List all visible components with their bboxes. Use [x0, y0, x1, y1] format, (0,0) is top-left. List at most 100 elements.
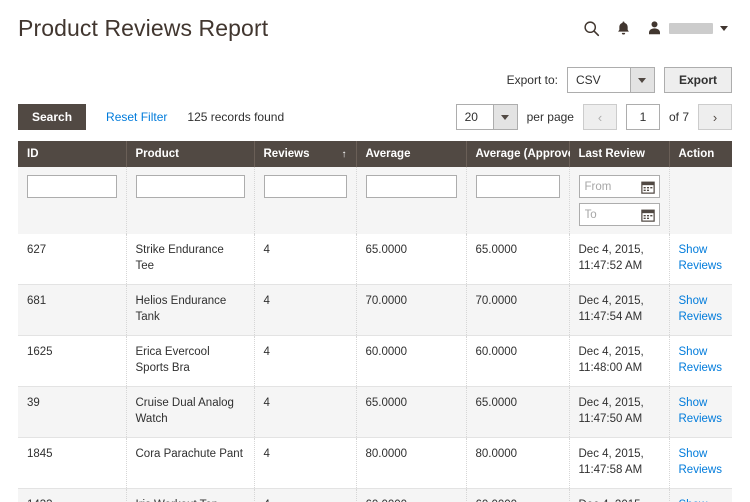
show-reviews-link[interactable]: Show Reviews — [679, 244, 722, 272]
cell-last-review: Dec 4, 2015, 11:48:00 AM — [569, 336, 669, 387]
column-label: Reviews — [264, 148, 310, 160]
table-row: 1845Cora Parachute Pant480.000080.0000De… — [18, 438, 732, 489]
cell-product: Helios Endurance Tank — [126, 285, 254, 336]
cell-id: 39 — [18, 387, 126, 438]
cell-last-review: Dec 4, 2015, 11:47:54 AM — [569, 285, 669, 336]
export-controls: Export to: CSV Export — [0, 64, 750, 96]
cell-average-approved: 65.0000 — [466, 387, 569, 438]
calendar-icon[interactable] — [640, 178, 657, 195]
export-format-select[interactable]: CSV — [567, 67, 655, 93]
user-menu[interactable] — [647, 20, 728, 36]
grid-header-row: ID Product Reviews ↑ — [18, 141, 732, 167]
search-button[interactable]: Search — [18, 104, 86, 130]
cell-last-review: Dec 4, 2015, 11:47:50 AM — [569, 387, 669, 438]
filter-cell-reviews — [254, 167, 356, 234]
show-reviews-link[interactable]: Show Reviews — [679, 346, 722, 374]
grid-toolbar: Search Reset Filter 125 records found 20… — [0, 100, 750, 134]
header-icon-group — [583, 20, 732, 37]
filter-input-id[interactable] — [27, 175, 117, 198]
show-reviews-link[interactable]: Show Reviews — [679, 448, 722, 476]
cell-product: Cora Parachute Pant — [126, 438, 254, 489]
cell-average-approved: 65.0000 — [466, 234, 569, 285]
export-button[interactable]: Export — [664, 67, 732, 93]
reset-filter-link[interactable]: Reset Filter — [106, 110, 167, 124]
cell-id: 1625 — [18, 336, 126, 387]
cell-reviews: 4 — [254, 489, 356, 502]
show-reviews-link[interactable]: Show Reviews — [679, 397, 722, 425]
records-found-text: 125 records found — [187, 110, 284, 124]
table-row: 681Helios Endurance Tank470.000070.0000D… — [18, 285, 732, 336]
pagination-controls: 20 per page ‹ of 7 › — [456, 104, 732, 130]
grid-container: ID Product Reviews ↑ — [0, 141, 750, 502]
grid-body: 627Strike Endurance Tee465.000065.0000De… — [18, 234, 732, 502]
column-header-average-approved[interactable]: Average (Approved) — [466, 141, 569, 167]
column-label: ID — [27, 148, 39, 160]
cell-action: Show Reviews — [669, 234, 732, 285]
export-to-label: Export to: — [507, 73, 558, 87]
filter-cell-average-approved — [466, 167, 569, 234]
column-header-id[interactable]: ID — [18, 141, 126, 167]
grid-filter-row — [18, 167, 732, 234]
column-header-last-review[interactable]: Last Review — [569, 141, 669, 167]
calendar-icon[interactable] — [640, 206, 657, 223]
column-header-action: Action — [669, 141, 732, 167]
cell-id: 627 — [18, 234, 126, 285]
user-icon — [647, 20, 662, 36]
grid-filter-body — [18, 167, 732, 234]
cell-average: 65.0000 — [356, 234, 466, 285]
page-title: Product Reviews Report — [18, 14, 268, 41]
cell-action: Show Reviews — [669, 438, 732, 489]
previous-page-button[interactable]: ‹ — [583, 104, 617, 130]
page-header: Product Reviews Report — [0, 0, 750, 56]
next-page-button[interactable]: › — [698, 104, 732, 130]
table-row: 1433Iris Workout Top460.000060.0000Dec 4… — [18, 489, 732, 502]
filter-date-from-wrapper — [579, 175, 660, 198]
filter-input-average-approved[interactable] — [476, 175, 560, 198]
per-page-value: 20 — [465, 110, 478, 124]
cell-average: 60.0000 — [356, 489, 466, 502]
chevron-down-icon — [630, 68, 654, 92]
filter-input-product[interactable] — [136, 175, 245, 198]
filter-input-reviews[interactable] — [264, 175, 347, 198]
export-format-value: CSV — [576, 73, 601, 87]
cell-average: 65.0000 — [356, 387, 466, 438]
column-header-reviews[interactable]: Reviews ↑ — [254, 141, 356, 167]
column-header-average[interactable]: Average — [356, 141, 466, 167]
filter-cell-average — [356, 167, 466, 234]
filter-input-average[interactable] — [366, 175, 457, 198]
show-reviews-link[interactable]: Show Reviews — [679, 295, 722, 323]
cell-average-approved: 60.0000 — [466, 336, 569, 387]
per-page-select[interactable]: 20 — [456, 104, 518, 130]
cell-id: 1433 — [18, 489, 126, 502]
cell-last-review: Dec 4, 2015, 11:47:58 AM — [569, 438, 669, 489]
bell-icon[interactable] — [616, 20, 631, 37]
cell-product: Erica Evercool Sports Bra — [126, 336, 254, 387]
cell-id: 681 — [18, 285, 126, 336]
cell-id: 1845 — [18, 438, 126, 489]
filter-cell-id — [18, 167, 126, 234]
per-page-label: per page — [527, 110, 574, 124]
search-icon[interactable] — [583, 20, 600, 37]
column-header-product[interactable]: Product — [126, 141, 254, 167]
column-label: Average — [366, 148, 411, 160]
product-reviews-grid: ID Product Reviews ↑ — [18, 141, 732, 502]
cell-last-review: Dec 4, 2015, 11:47:52 AM — [569, 234, 669, 285]
column-label: Product — [136, 148, 179, 160]
column-label: Last Review — [579, 148, 645, 160]
cell-product: Strike Endurance Tee — [126, 234, 254, 285]
filter-cell-product — [126, 167, 254, 234]
sort-ascending-icon: ↑ — [342, 149, 347, 160]
cell-reviews: 4 — [254, 438, 356, 489]
cell-action: Show Reviews — [669, 336, 732, 387]
cell-average: 70.0000 — [356, 285, 466, 336]
cell-average: 80.0000 — [356, 438, 466, 489]
cell-action: Show Reviews — [669, 387, 732, 438]
product-reviews-report-page: Product Reviews Report — [0, 0, 750, 502]
cell-reviews: 4 — [254, 285, 356, 336]
filter-date-to-wrapper — [579, 203, 660, 226]
current-page-input[interactable] — [626, 104, 660, 130]
grid-toolbar-left: Search Reset Filter 125 records found — [18, 104, 284, 130]
table-row: 1625Erica Evercool Sports Bra460.000060.… — [18, 336, 732, 387]
user-name-placeholder — [669, 23, 713, 34]
table-row: 627Strike Endurance Tee465.000065.0000De… — [18, 234, 732, 285]
